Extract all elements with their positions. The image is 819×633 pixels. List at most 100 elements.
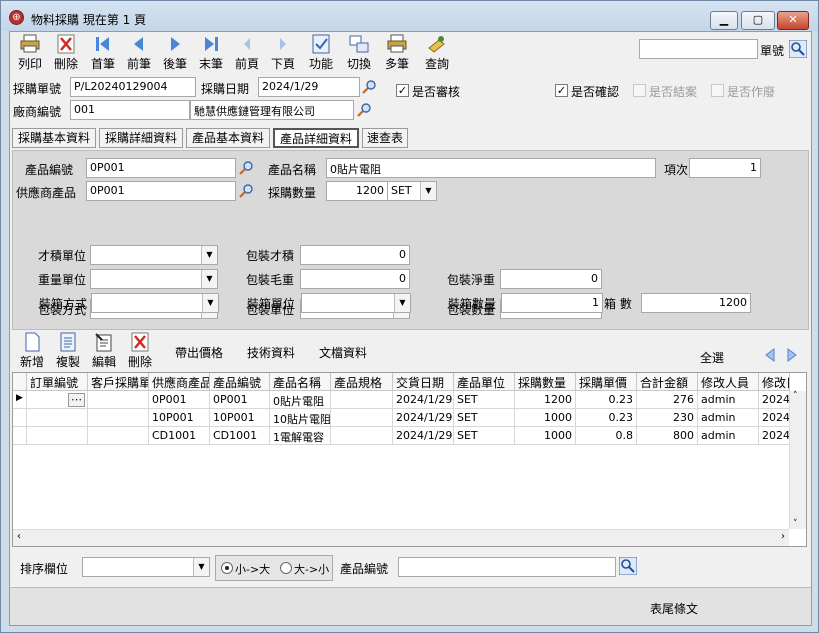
table-cell[interactable]: 10P001 [149,409,210,427]
qty-field[interactable]: 1200 [326,181,388,201]
next-page-button[interactable]: 下頁 [265,34,301,72]
table-cell[interactable] [27,409,88,427]
col-header-amount[interactable]: 合計金額 [637,373,698,391]
po-date-field[interactable]: 2024/1/29 [258,77,360,97]
table-cell[interactable]: admin [698,409,759,427]
pack-gross-field[interactable]: 0 [300,269,410,289]
minimize-button[interactable]: ▁ [710,11,738,30]
copy-row-button[interactable]: 複製 [50,332,86,370]
table-cell[interactable]: 10P001 [210,409,270,427]
grid-vertical-scrollbar[interactable]: ˄ ˅ [789,391,806,529]
vendor-lookup-icon[interactable] [357,102,373,118]
col-header-supplier-prod[interactable]: 供應商產品 [149,373,210,391]
col-header-customer-po[interactable]: 客戶採購單 [88,373,149,391]
sort-prod-no-input[interactable] [398,557,616,577]
po-date-lookup-icon[interactable] [362,79,378,95]
tab-purchase-basic[interactable]: 採購基本資料 [12,128,96,148]
prod-no-lookup-icon[interactable] [239,160,255,176]
box-method-select[interactable]: ▼ [91,293,219,313]
col-header-order-no[interactable]: 訂單編號 [27,373,88,391]
toolbar-search-input[interactable] [639,39,758,59]
close-button[interactable]: ✕ [777,11,809,30]
table-cell[interactable] [331,391,393,409]
weight-unit-select[interactable]: ▼ [90,269,218,289]
table-cell[interactable]: 800 [637,427,698,445]
vendor-name-field[interactable]: 馳慧供應鏈管理有限公司 [190,100,354,120]
table-cell[interactable] [331,427,393,445]
prod-no-field[interactable]: 0P001 [86,158,236,178]
table-cell[interactable]: SET [454,427,515,445]
col-header-unit[interactable]: 產品單位 [454,373,515,391]
grid-horizontal-scrollbar[interactable]: ‹ › [13,529,789,546]
approved-checkbox[interactable]: ✓ [396,84,409,97]
fetch-price-link[interactable]: 帶出價格 [175,344,223,361]
table-cell[interactable]: 0.8 [576,427,637,445]
desc-radio[interactable] [280,562,292,574]
sort-field-select[interactable]: ▼ [82,557,210,577]
ellipsis-button[interactable]: ⋯ [68,393,85,407]
table-cell[interactable]: 2024/ [759,409,790,427]
table-cell[interactable]: 2024/ [759,391,790,409]
prev-record-button[interactable]: 前筆 [121,34,157,72]
toolbar-search-icon[interactable] [789,40,807,58]
scroll-left-icon[interactable] [762,347,778,363]
box-count-field[interactable]: 1200 [641,293,751,313]
table-cell[interactable]: 0P001 [149,391,210,409]
table-cell[interactable]: 1000 [515,427,576,445]
delete-row-button[interactable]: 刪除 [122,332,158,370]
box-unit-select[interactable]: ▼ [301,293,411,313]
tab-product-detail[interactable]: 產品詳細資料 [273,128,359,148]
table-cell[interactable] [88,391,149,409]
table-cell[interactable]: 230 [637,409,698,427]
doc-data-link[interactable]: 文檔資料 [319,344,367,361]
print-button[interactable]: 列印 [12,34,48,72]
table-cell[interactable] [88,409,149,427]
first-record-button[interactable]: 首筆 [85,34,121,72]
table-cell[interactable]: 2024/ [759,427,790,445]
table-cell[interactable]: 2024/1/29 [393,409,454,427]
table-cell[interactable]: 1000 [515,409,576,427]
cuft-unit-select[interactable]: ▼ [90,245,218,265]
multi-record-button[interactable]: 多筆 [379,34,415,72]
po-no-field[interactable]: P/L20240129004 [70,77,196,97]
table-cell[interactable]: 0P001 [210,391,270,409]
last-record-button[interactable]: 末筆 [193,34,229,72]
col-header-modified-date[interactable]: 修改日 [759,373,790,391]
confirmed-checkbox[interactable]: ✓ [555,84,568,97]
scroll-right-icon[interactable] [784,347,800,363]
edit-row-button[interactable]: 編輯 [86,332,122,370]
switch-button[interactable]: 切換 [341,34,377,72]
select-all-link[interactable]: 全選 [700,349,724,366]
table-cell[interactable]: CD1001 [149,427,210,445]
tab-quick-lookup[interactable]: 速查表 [362,128,408,148]
tech-data-link[interactable]: 技術資料 [247,344,295,361]
delete-button[interactable]: 刪除 [48,34,84,72]
table-cell[interactable]: 2024/1/29 [393,391,454,409]
scroll-up-icon[interactable]: ˄ [793,391,798,401]
table-cell[interactable]: 10貼片電阻 [270,409,331,427]
next-record-button[interactable]: 後筆 [157,34,193,72]
col-header-prod-name[interactable]: 產品名稱 [270,373,331,391]
prod-name-field[interactable]: 0貼片電阻 [326,158,656,178]
col-header-price[interactable]: 採購單價 [576,373,637,391]
supplier-prod-field[interactable]: 0P001 [86,181,236,201]
table-cell[interactable] [88,427,149,445]
table-cell[interactable] [27,427,88,445]
scroll-down-icon[interactable]: ˅ [793,519,798,529]
sort-search-icon[interactable] [619,557,637,575]
col-header-delivery-date[interactable]: 交貨日期 [393,373,454,391]
supplier-prod-lookup-icon[interactable] [239,183,255,199]
box-qty-field[interactable]: 1 [501,293,603,313]
table-cell[interactable]: SET [454,391,515,409]
table-cell[interactable] [331,409,393,427]
col-header-qty[interactable]: 採購數量 [515,373,576,391]
pack-cuft-field[interactable]: 0 [300,245,410,265]
item-field[interactable]: 1 [689,158,761,178]
tab-product-basic[interactable]: 產品基本資料 [186,128,270,148]
tab-purchase-detail[interactable]: 採購詳細資料 [99,128,183,148]
qty-unit-select[interactable]: SET ▼ [387,181,437,201]
add-row-button[interactable]: 新增 [14,332,50,370]
table-cell[interactable]: 1200 [515,391,576,409]
table-cell[interactable]: admin [698,427,759,445]
table-cell[interactable]: 0貼片電阻 [270,391,331,409]
